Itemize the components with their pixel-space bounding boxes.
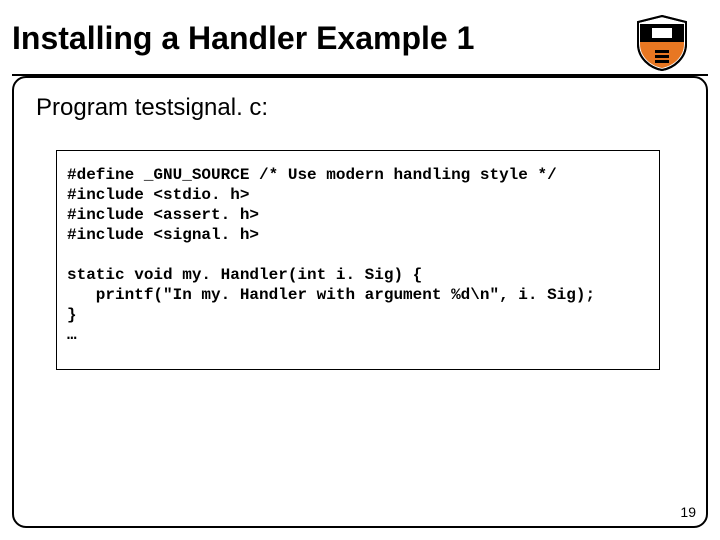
title-region: Installing a Handler Example 1 — [12, 12, 708, 76]
slide-title: Installing a Handler Example 1 — [12, 20, 474, 57]
code-line: #include <assert. h> — [67, 206, 259, 224]
slide: Installing a Handler Example 1 Program t… — [0, 0, 720, 540]
code-line: printf("In my. Handler with argument %d\… — [67, 286, 595, 304]
code-line: } — [67, 306, 77, 324]
princeton-shield-icon — [634, 14, 690, 72]
code-line: #define _GNU_SOURCE /* Use modern handli… — [67, 166, 557, 184]
code-box: #define _GNU_SOURCE /* Use modern handli… — [56, 150, 660, 370]
code-line: … — [67, 326, 77, 344]
slide-subtitle: Program testsignal. c: — [36, 94, 268, 122]
page-number: 19 — [680, 504, 696, 520]
code-line: static void my. Handler(int i. Sig) { — [67, 266, 422, 284]
code-line: #include <signal. h> — [67, 226, 259, 244]
code-line: #include <stdio. h> — [67, 186, 249, 204]
